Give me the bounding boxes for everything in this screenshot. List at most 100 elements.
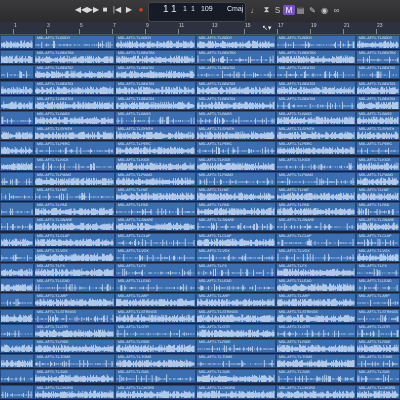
audio-region[interactable]: MSL-AFT1-T1-SUB xyxy=(196,369,276,384)
audio-region[interactable]: MSL-AFT1-T1-BEAT02 xyxy=(196,65,276,80)
audio-region[interactable] xyxy=(0,339,34,353)
audio-region[interactable]: MSL-AFT1-T1-PERC xyxy=(356,141,400,156)
audio-region[interactable]: MSL-AFT1-T1-BEAT03 xyxy=(276,80,356,95)
audio-region[interactable]: MSL-AFT1-T1-PAD xyxy=(34,202,115,217)
audio-region[interactable]: MSL-AFT1-T1-TOMS xyxy=(196,354,276,369)
fast-forward-button[interactable]: ▶▶ xyxy=(87,3,99,16)
audio-region[interactable]: MSL-AFT1-T1-BEAT04 xyxy=(115,95,196,110)
audio-region[interactable] xyxy=(0,65,34,80)
audio-region[interactable] xyxy=(0,217,34,232)
track-row[interactable]: MSL-AFT1-T1-PAD MSL-AFT1-T1-PAD MSL-AFT1-T… xyxy=(0,202,400,217)
audio-region[interactable]: MSL-AFT1-T1-VOX xyxy=(115,247,196,262)
audio-region[interactable]: MSL-AFT1-T1-PERC xyxy=(276,141,356,156)
audio-region[interactable]: MSL-AFT1-T1-BASS xyxy=(356,111,400,125)
audio-region[interactable]: MSL-AFT1-T1-RIDE xyxy=(34,339,115,353)
audio-region[interactable]: MSL-AFT1-T1-HAT xyxy=(196,187,276,201)
audio-region[interactable]: MSL-AFT1-T1-ARP xyxy=(276,293,356,308)
rewind-button[interactable]: ◀◀ xyxy=(75,3,87,16)
audio-region[interactable]: MSL-AFT1-T1-TOMS xyxy=(34,354,115,369)
audio-region[interactable]: MSL-AFT1-T1-GTR xyxy=(356,323,400,338)
audio-region[interactable]: MSL-AFT1-T1-STRINGS xyxy=(356,308,400,323)
audio-region[interactable]: MSL-AFT1-T1-STRINGS xyxy=(276,308,356,323)
audio-region[interactable]: MSL-AFT1-T1-STRINGS xyxy=(34,308,115,323)
track-row[interactable]: MSL-AFT1-T1-BASS MSL-AFT1-T1-BASS MSL-AFT1… xyxy=(0,111,400,126)
audio-region[interactable]: MSL-AFT1-T1-CHORD xyxy=(196,384,276,399)
audio-region[interactable]: MSL-AFT1-T1-LEAD xyxy=(115,278,196,293)
audio-region[interactable]: MSL-AFT1-T1-GTR xyxy=(196,323,276,338)
audio-region[interactable]: MSL-AFT1-T1-RIDE xyxy=(196,339,276,353)
audio-region[interactable]: MSL-AFT1-T1-HAT xyxy=(276,187,356,201)
play-button[interactable]: ▶ xyxy=(123,3,135,16)
audio-region[interactable] xyxy=(0,156,34,171)
audio-region[interactable]: MSL-AFT1-T1-CLAP xyxy=(276,232,356,247)
track-row[interactable]: MSL-AFT1-T1-BODY MSL-AFT1-T1-BODY MSL-AFT1… xyxy=(0,35,400,50)
audio-region[interactable]: MSL-AFT1-T1-TOMS xyxy=(276,354,356,369)
audio-region[interactable] xyxy=(0,308,34,323)
audio-region[interactable] xyxy=(0,95,34,110)
audio-region[interactable]: MSL-AFT1-T1-BEAT03 xyxy=(196,80,276,95)
audio-region[interactable] xyxy=(0,354,34,369)
audio-region[interactable]: MSL-AFT1-T1-SNARE xyxy=(34,217,115,232)
solo-icon[interactable]: S xyxy=(273,5,282,15)
audio-region[interactable]: MSL-AFT1-T1-CHORD xyxy=(34,384,115,399)
audio-region[interactable]: MSL-AFT1-T1-RIDE xyxy=(115,339,196,353)
audio-region[interactable]: MSL-AFT1-T1-CHORD xyxy=(276,384,356,399)
track-row[interactable]: MSL-AFT1-T1-CHORD MSL-AFT1-T1-CHORD MSL-AF… xyxy=(0,384,400,400)
audio-region[interactable]: MSL-AFT1-T1-ARP xyxy=(356,293,400,308)
record-button[interactable]: ● xyxy=(135,3,147,16)
audio-region[interactable]: MSL-AFT1-T1-BEAT04 xyxy=(356,95,400,110)
track-row[interactable]: MSL-AFT1-T1-SYNTH MSL-AFT1-T1-SYNTH MSL-AF… xyxy=(0,126,400,141)
audio-region[interactable]: MSL-AFT1-T1-PAD xyxy=(276,202,356,217)
audio-region[interactable]: MSL-AFT1-T1-SNARE xyxy=(356,217,400,232)
audio-region[interactable]: MSL-AFT1-T1-BEAT04 xyxy=(276,95,356,110)
stop-button[interactable]: ■ xyxy=(99,3,111,16)
audio-region[interactable]: MSL-AFT1-T1-BASS xyxy=(196,111,276,125)
audio-region[interactable]: MSL-AFT1-T1-ARP xyxy=(115,293,196,308)
audio-region[interactable] xyxy=(0,141,34,156)
audio-region[interactable]: MSL-AFT1-T1-FX xyxy=(196,263,276,277)
audio-region[interactable]: MSL-AFT1-T1-PIANO xyxy=(356,171,400,186)
track-row[interactable]: MSL-AFT1-T1-TOMS MSL-AFT1-T1-TOMS MSL-AFT1… xyxy=(0,354,400,369)
audio-region[interactable]: MSL-AFT1-T1-CHORD xyxy=(356,384,400,399)
audio-region[interactable]: MSL-AFT1-T1-KICK xyxy=(196,156,276,171)
audio-region[interactable] xyxy=(0,80,34,95)
pointer-tool-icon[interactable]: ↖▾ xyxy=(262,24,271,32)
count-in-icon[interactable]: ⧗ xyxy=(262,5,271,15)
audio-region[interactable]: MSL-AFT1-T1-BEAT03 xyxy=(115,80,196,95)
audio-region[interactable]: MSL-AFT1-T1-SYNTH xyxy=(356,126,400,141)
audio-region[interactable]: MSL-AFT1-T1-BODY xyxy=(276,35,356,49)
tracks-area[interactable]: MSL-AFT1-T1-BODY MSL-AFT1-T1-BODY MSL-AFT1… xyxy=(0,35,400,400)
audio-region[interactable] xyxy=(0,126,34,141)
audio-region[interactable] xyxy=(0,323,34,338)
audio-region[interactable]: MSL-AFT1-T1-BODY xyxy=(196,35,276,49)
audio-region[interactable]: MSL-AFT1-T1-BODY xyxy=(115,35,196,49)
audio-region[interactable]: MSL-AFT1-T1-SYNTH xyxy=(276,126,356,141)
track-row[interactable]: MSL-AFT1-T1-CLAP MSL-AFT1-T1-CLAP MSL-AFT1… xyxy=(0,232,400,248)
audio-region[interactable]: MSL-AFT1-T1-PIANO xyxy=(115,171,196,186)
go-to-start-button[interactable]: |◀ xyxy=(111,3,123,16)
audio-region[interactable]: MSL-AFT1-T1-SYNTH xyxy=(34,126,115,141)
audio-region[interactable]: MSL-AFT1-T1-GTR xyxy=(276,323,356,338)
audio-region[interactable] xyxy=(0,232,34,247)
loop-browser-icon[interactable]: ∞ xyxy=(332,5,341,15)
audio-region[interactable]: MSL-AFT1-T1-SUB xyxy=(115,369,196,384)
audio-region[interactable]: MSL-AFT1-T1-VOX xyxy=(356,247,400,262)
audio-region[interactable]: MSL-AFT1-T1-BEAT03 xyxy=(34,80,115,95)
track-row[interactable]: MSL-AFT1-T1-ARP MSL-AFT1-T1-ARP MSL-AFT1-T… xyxy=(0,293,400,308)
track-row[interactable]: MSL-AFT1-T1-PERC MSL-AFT1-T1-PERC MSL-AFT1… xyxy=(0,141,400,156)
audio-region[interactable]: MSL-AFT1-T1-BEATBX xyxy=(115,50,196,65)
track-row[interactable]: MSL-AFT1-T1-HAT MSL-AFT1-T1-HAT MSL-AFT1-T… xyxy=(0,187,400,202)
audio-region[interactable]: MSL-AFT1-T1-HAT xyxy=(115,187,196,201)
track-row[interactable]: MSL-AFT1-T1-LEAD MSL-AFT1-T1-LEAD MSL-AFT1… xyxy=(0,278,400,293)
audio-region[interactable] xyxy=(0,50,34,65)
audio-region[interactable]: MSL-AFT1-T1-PERC xyxy=(34,141,115,156)
audio-region[interactable]: MSL-AFT1-T1-BODY xyxy=(34,35,115,49)
audio-region[interactable]: MSL-AFT1-T1-CHORD xyxy=(115,384,196,399)
audio-region[interactable]: MSL-AFT1-T1-CLAP xyxy=(356,232,400,247)
audio-region[interactable] xyxy=(0,171,34,186)
audio-region[interactable]: MSL-AFT1-T1-STRINGS xyxy=(196,308,276,323)
audio-region[interactable]: MSL-AFT1-T1-BEATBX xyxy=(356,50,400,65)
audio-region[interactable]: MSL-AFT1-T1-PIANO xyxy=(196,171,276,186)
audio-region[interactable] xyxy=(0,111,34,125)
track-row[interactable]: MSL-AFT1-T1-BEATBX MSL-AFT1-T1-BEATBX MSL-… xyxy=(0,50,400,65)
